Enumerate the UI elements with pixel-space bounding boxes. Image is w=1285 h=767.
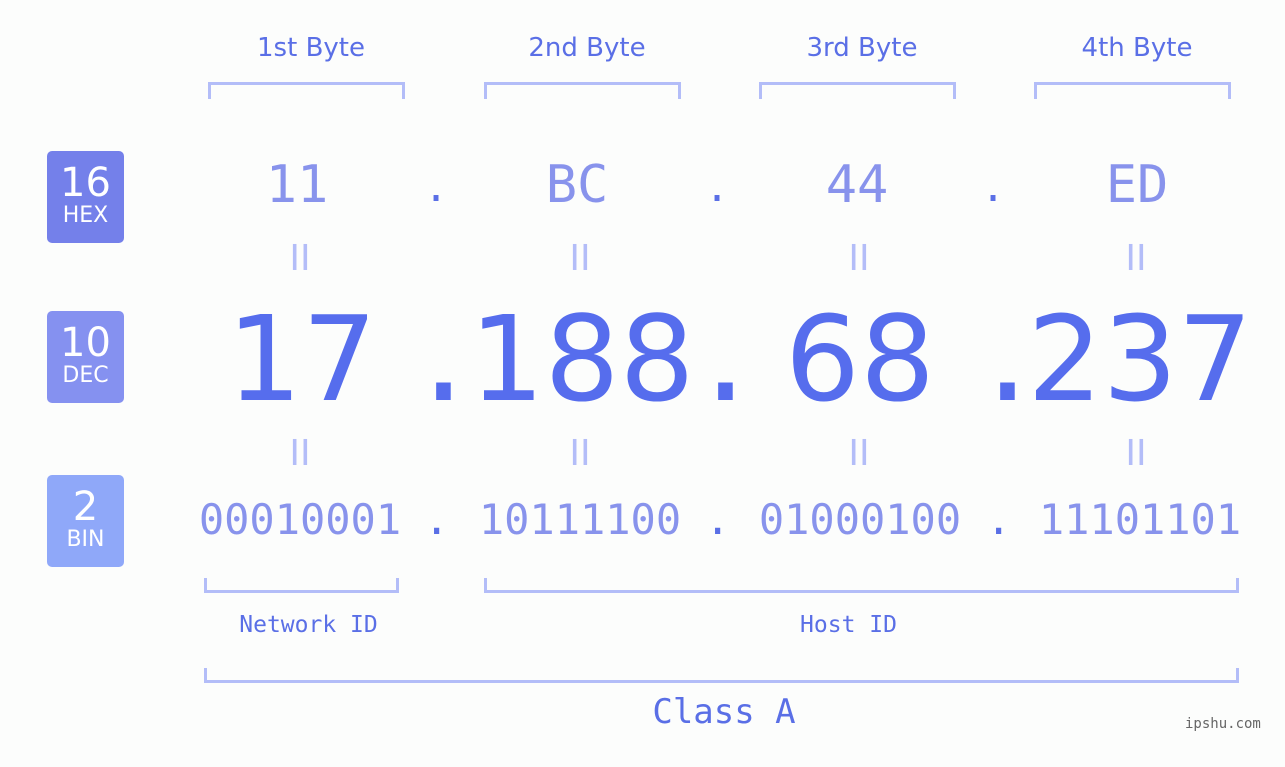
dec-byte-2: 188 (469, 290, 695, 428)
ip-class-label: Class A (652, 692, 796, 732)
bin-byte-1: 00010001 (198, 495, 402, 544)
equals-sign: II (1125, 433, 1147, 474)
network-id-label: Network ID (239, 612, 378, 638)
hex-separator-3: . (981, 165, 1006, 211)
hex-byte-3: 44 (825, 155, 889, 215)
hex-byte-2: BC (545, 155, 609, 215)
hex-byte-4: ED (1105, 155, 1169, 215)
dec-byte-3: 68 (784, 290, 936, 428)
hex-separator-2: . (705, 165, 730, 211)
equals-sign: II (848, 238, 870, 279)
equals-sign: II (569, 433, 591, 474)
byte-header-4: 4th Byte (1081, 33, 1193, 63)
hex-base-label: HEX (62, 203, 109, 228)
dec-base-number: 10 (60, 320, 111, 366)
hex-byte-1: 11 (265, 155, 329, 215)
byte-bracket-2 (484, 82, 681, 99)
bin-separator-1: . (424, 495, 450, 544)
byte-header-3: 3rd Byte (806, 33, 918, 63)
hex-badge: 16 HEX (47, 151, 124, 243)
bin-byte-3: 01000100 (758, 495, 962, 544)
dec-badge: 10 DEC (47, 311, 124, 403)
dec-base-label: DEC (62, 363, 109, 388)
byte-bracket-1 (208, 82, 405, 99)
dec-separator-2: . (690, 290, 762, 428)
dec-separator-3: . (972, 290, 1044, 428)
dec-byte-1: 17 (226, 290, 378, 428)
bin-separator-3: . (986, 495, 1012, 544)
byte-bracket-4 (1034, 82, 1231, 99)
hex-base-number: 16 (60, 160, 111, 206)
bin-byte-4: 11101101 (1038, 495, 1242, 544)
bin-base-number: 2 (72, 484, 99, 530)
bin-byte-2: 10111100 (478, 495, 682, 544)
equals-sign: II (289, 433, 311, 474)
byte-header-2: 2nd Byte (528, 33, 646, 63)
equals-sign: II (848, 433, 870, 474)
dec-separator-1: . (408, 290, 480, 428)
bin-base-label: BIN (66, 527, 105, 552)
class-bracket (204, 668, 1239, 683)
host-id-bracket (484, 578, 1239, 593)
bin-badge: 2 BIN (47, 475, 124, 567)
byte-header-1: 1st Byte (257, 33, 365, 63)
equals-sign: II (569, 238, 591, 279)
equals-sign: II (1125, 238, 1147, 279)
hex-separator-1: . (424, 165, 449, 211)
bin-separator-2: . (705, 495, 731, 544)
host-id-label: Host ID (800, 612, 897, 638)
equals-sign: II (289, 238, 311, 279)
byte-bracket-3 (759, 82, 956, 99)
network-id-bracket (204, 578, 399, 593)
watermark: ipshu.com (1185, 716, 1261, 732)
dec-byte-4: 237 (1027, 290, 1253, 428)
